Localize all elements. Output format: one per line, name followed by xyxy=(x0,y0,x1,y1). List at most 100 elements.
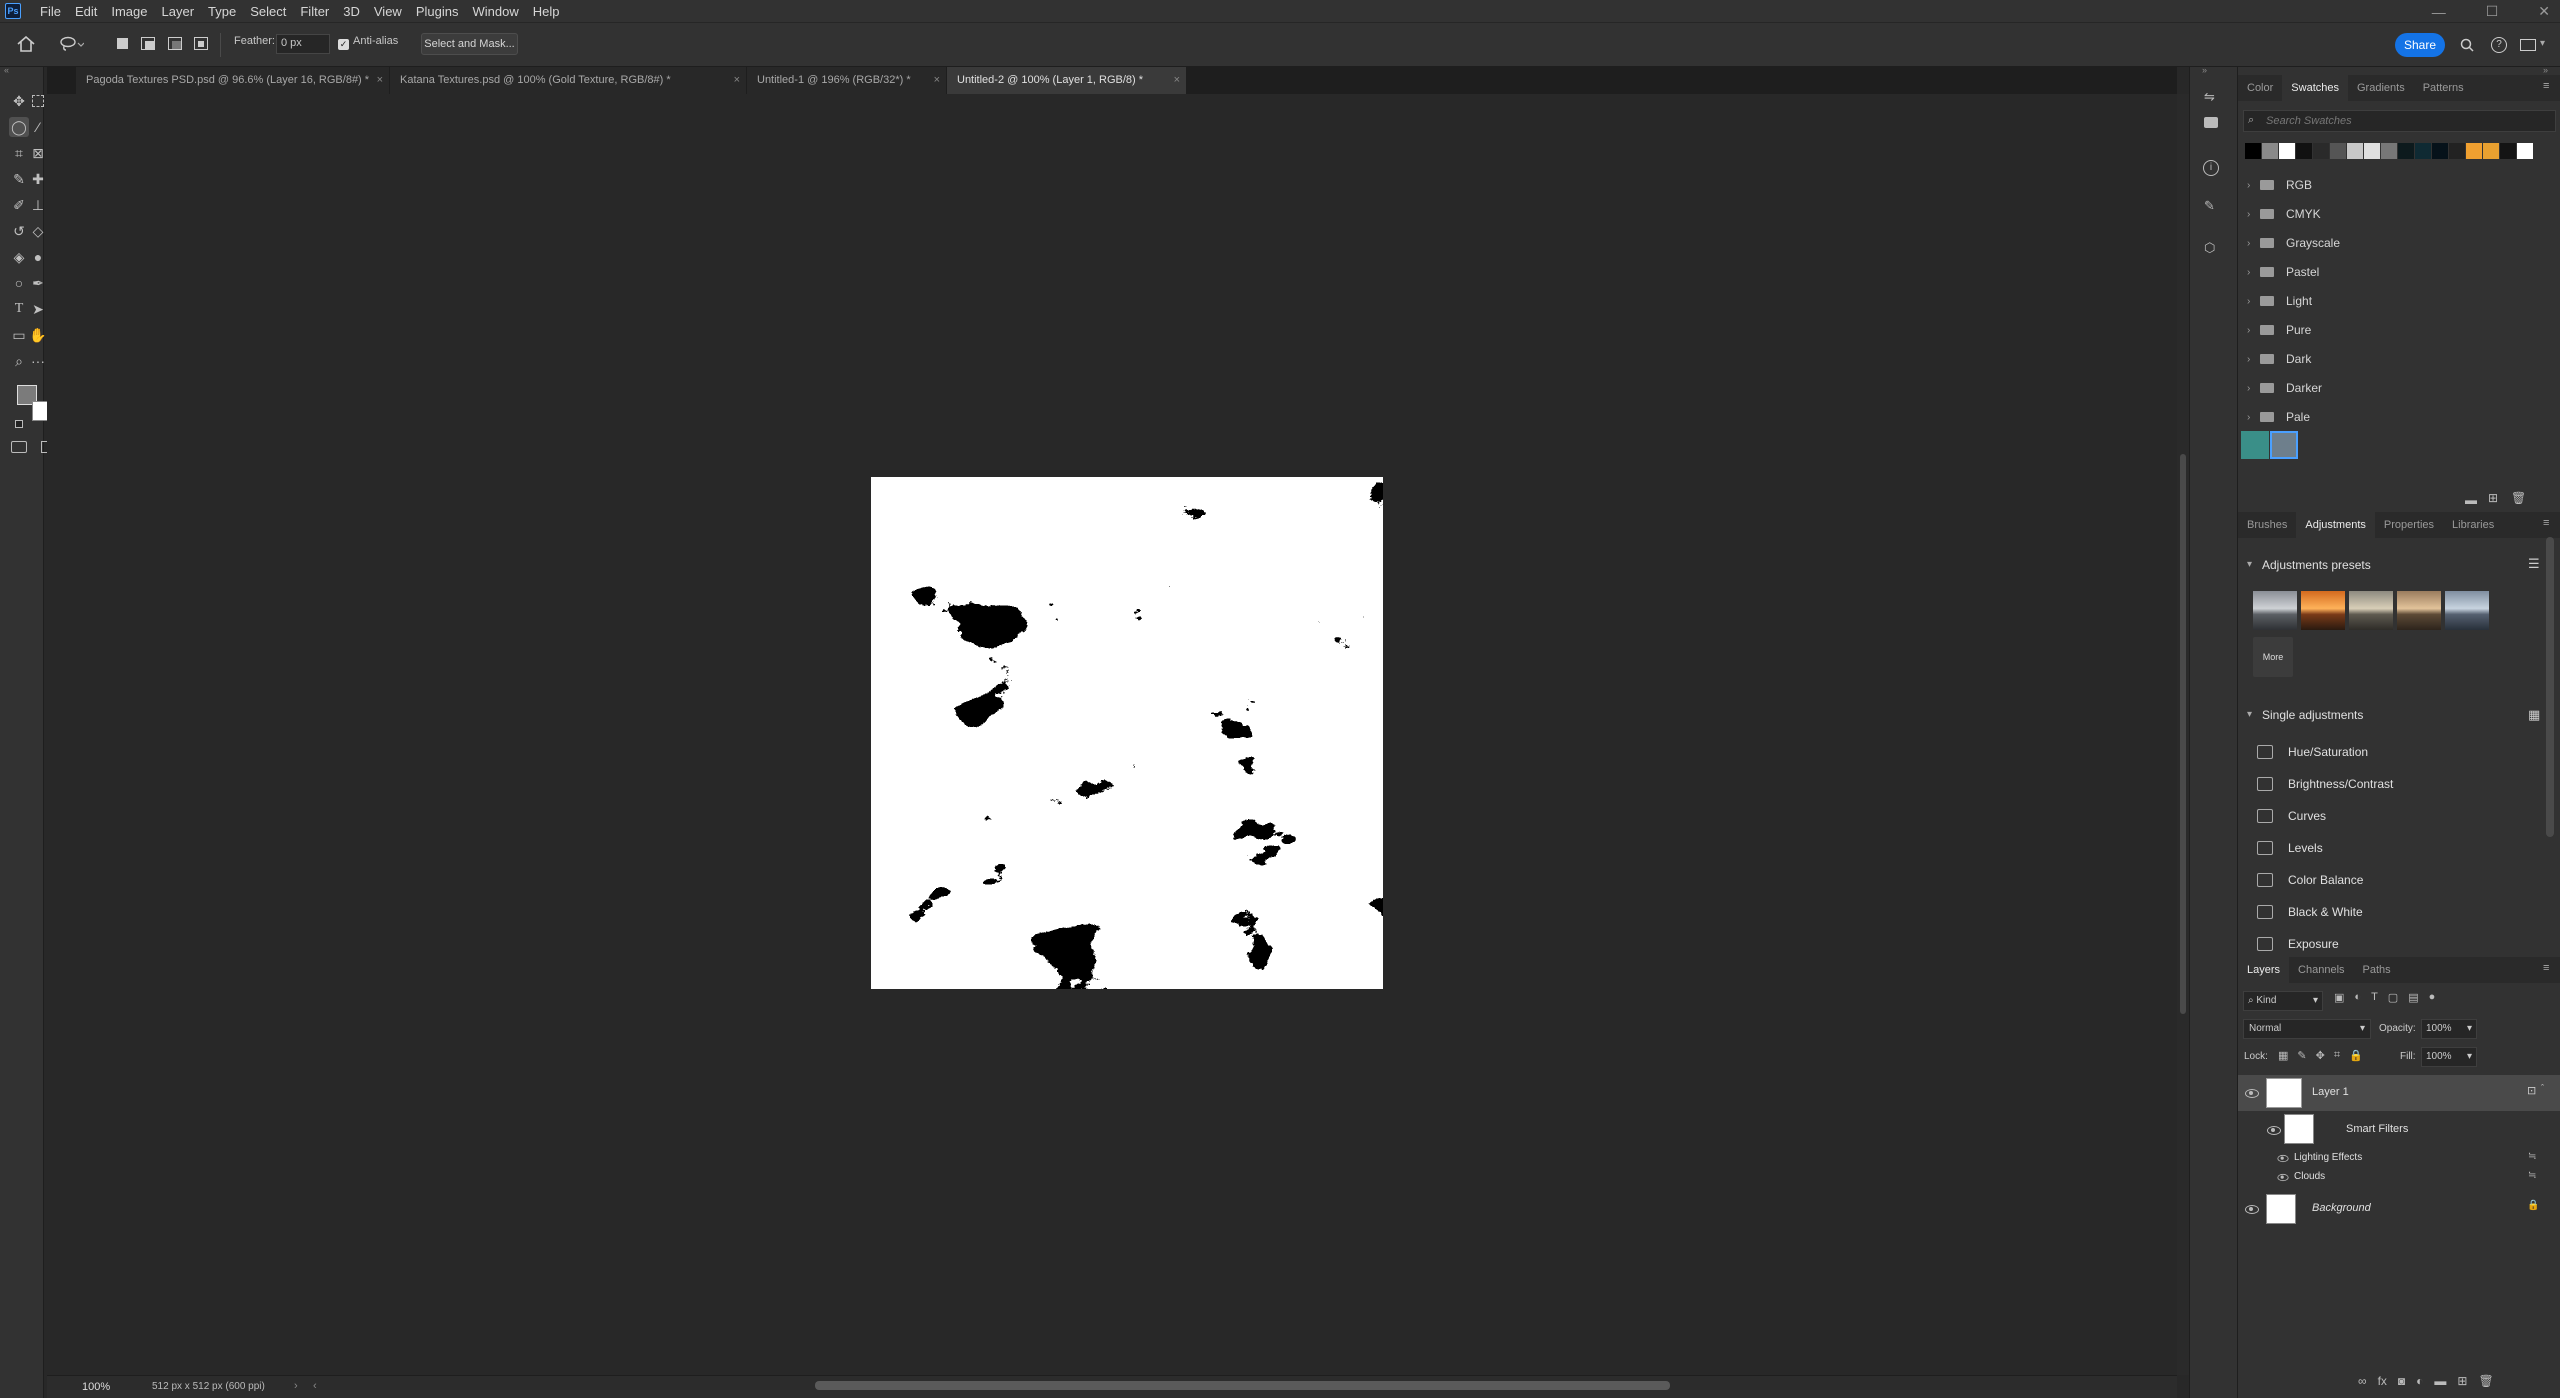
document-canvas[interactable] xyxy=(871,477,1383,989)
adjustment-curves[interactable]: Curves xyxy=(2238,800,2548,832)
brush-tool-icon[interactable]: ✐ xyxy=(9,195,29,215)
quick-mask-icon[interactable] xyxy=(11,441,27,453)
menu-view[interactable]: View xyxy=(367,4,409,19)
tab-layers[interactable]: Layers xyxy=(2238,957,2290,983)
recent-swatch[interactable] xyxy=(2364,143,2380,159)
smart-object-filter-icon[interactable]: ▤ xyxy=(2408,991,2418,1004)
adjustments-scroll-thumb[interactable] xyxy=(2546,537,2554,837)
layer-row-layer1[interactable]: Layer 1 ⊡ ˆ xyxy=(2238,1075,2560,1111)
close-icon[interactable]: × xyxy=(377,67,383,94)
add-selection-icon[interactable] xyxy=(141,37,155,50)
adjustment-color-balance[interactable]: Color Balance xyxy=(2238,864,2548,896)
swatch-folder-pure[interactable]: › Pure xyxy=(2238,316,2560,345)
tab-pagoda[interactable]: Pagoda Textures PSD.psd @ 96.6% (Layer 1… xyxy=(76,67,390,94)
comments-icon[interactable] xyxy=(2204,117,2218,128)
adjustment-black-white[interactable]: Black & White xyxy=(2238,896,2548,928)
search-icon[interactable] xyxy=(2460,38,2474,52)
fill-input[interactable]: 100% ▾ xyxy=(2421,1047,2477,1067)
menu-type[interactable]: Type xyxy=(201,4,243,19)
vertical-scrollbar[interactable] xyxy=(2177,94,2189,1375)
pixel-filter-icon[interactable]: ▣ xyxy=(2334,991,2344,1004)
blend-mode-select[interactable]: Normal ▾ xyxy=(2243,1019,2371,1039)
healing-brush-icon[interactable]: ✚ xyxy=(28,169,48,189)
rectangle-tool-icon[interactable]: ▭ xyxy=(9,325,29,345)
collapse-icon[interactable]: » xyxy=(2202,65,2207,75)
tab-untitled-2[interactable]: Untitled-2 @ 100% (Layer 1, RGB/8) * × xyxy=(947,67,1187,94)
tab-gradients[interactable]: Gradients xyxy=(2348,75,2414,101)
antialias-checkbox[interactable]: ✓ xyxy=(338,39,349,50)
zoom-tool-icon[interactable]: ⌕ xyxy=(9,351,29,371)
single-adjustments-header[interactable]: ▾ Single adjustments xyxy=(2238,703,2560,727)
scroll-left-icon[interactable]: ‹ xyxy=(313,1380,317,1392)
recent-swatch[interactable] xyxy=(2347,143,2363,159)
tab-properties[interactable]: Properties xyxy=(2375,512,2443,538)
lasso-tool-icon[interactable] xyxy=(60,36,85,52)
preset-thumbnail-5[interactable] xyxy=(2445,591,2489,630)
preset-thumbnail-2[interactable] xyxy=(2301,591,2345,630)
visibility-eye-icon[interactable] xyxy=(2277,1173,2289,1182)
type-tool-icon[interactable]: T xyxy=(9,299,29,319)
panel-menu-icon[interactable]: ≡ xyxy=(2543,962,2549,974)
close-window-button[interactable]: ✕ xyxy=(2538,3,2550,20)
maximize-button[interactable]: ☐ xyxy=(2486,3,2499,20)
layer-name[interactable]: Layer 1 xyxy=(2312,1086,2349,1098)
tab-channels[interactable]: Channels xyxy=(2289,957,2353,983)
new-swatch-icon[interactable]: ⊞ xyxy=(2488,491,2498,505)
custom-swatch-teal[interactable] xyxy=(2241,431,2269,459)
tab-patterns[interactable]: Patterns xyxy=(2414,75,2473,101)
blending-options-icon[interactable]: ≒ xyxy=(2528,1151,2536,1162)
adjustment-exposure[interactable]: Exposure xyxy=(2238,928,2548,960)
adjustment-hue-saturation[interactable]: Hue/Saturation xyxy=(2238,736,2548,768)
recent-swatch[interactable] xyxy=(2415,143,2431,159)
collapse-toolbar-icon[interactable]: « xyxy=(4,65,9,75)
blur-tool-icon[interactable]: ● xyxy=(28,247,48,267)
delete-layer-icon[interactable]: 🗑 xyxy=(2478,1374,2493,1388)
canvas-area[interactable] xyxy=(47,94,2177,1375)
clone-stamp-icon[interactable]: ⊥ xyxy=(28,195,48,215)
adjustment-filter-icon[interactable]: ◐ xyxy=(2354,991,2361,1004)
menu-help[interactable]: Help xyxy=(526,4,567,19)
add-mask-icon[interactable]: ◙ xyxy=(2398,1374,2405,1388)
preset-thumbnail-3[interactable] xyxy=(2349,591,2393,630)
new-selection-icon[interactable] xyxy=(117,38,128,49)
document-info[interactable]: 512 px x 512 px (600 ppi) xyxy=(152,1381,265,1392)
lasso-tool-icon[interactable]: ◯ xyxy=(9,117,29,137)
recent-swatch[interactable] xyxy=(2313,143,2329,159)
recent-swatch[interactable] xyxy=(2279,143,2295,159)
collapse-effects-icon[interactable]: ˆ xyxy=(2541,1083,2544,1093)
new-layer-icon[interactable]: ⊞ xyxy=(2457,1374,2467,1388)
eyedropper-icon[interactable]: ✎ xyxy=(9,169,29,189)
adjustment-brightness-contrast[interactable]: Brightness/Contrast xyxy=(2238,768,2548,800)
grid-view-icon[interactable]: ▦ xyxy=(2528,707,2540,723)
default-colors-icon[interactable] xyxy=(15,420,23,428)
preset-thumbnail-4[interactable] xyxy=(2397,591,2441,630)
menu-layer[interactable]: Layer xyxy=(155,4,202,19)
link-layers-icon[interactable]: ∞ xyxy=(2358,1374,2367,1388)
horizontal-scroll-thumb[interactable] xyxy=(815,1381,1670,1390)
path-selection-icon[interactable]: ➤ xyxy=(28,299,48,319)
vertical-scroll-thumb[interactable] xyxy=(2180,454,2186,1014)
tab-adjustments[interactable]: Adjustments xyxy=(2296,512,2375,538)
visibility-eye-icon[interactable] xyxy=(2277,1154,2289,1163)
layer-kind-filter[interactable]: ⌕ Kind ▾ xyxy=(2243,991,2323,1011)
tab-untitled-1[interactable]: Untitled-1 @ 196% (RGB/32*) * × xyxy=(747,67,947,94)
list-view-icon[interactable]: ☰ xyxy=(2528,556,2540,572)
close-icon[interactable]: × xyxy=(934,67,940,94)
recent-swatch[interactable] xyxy=(2262,143,2278,159)
chevron-right-icon[interactable]: › xyxy=(294,1380,298,1392)
adjustment-levels[interactable]: Levels xyxy=(2238,832,2548,864)
help-icon[interactable]: ? xyxy=(2491,37,2507,53)
recent-swatch[interactable] xyxy=(2500,143,2516,159)
visibility-eye-icon[interactable] xyxy=(2245,1205,2259,1214)
hand-tool-icon[interactable]: ✋ xyxy=(28,325,48,345)
tab-swatches[interactable]: Swatches xyxy=(2282,75,2348,101)
frame-tool-icon[interactable]: ⊠ xyxy=(28,143,48,163)
opacity-input[interactable]: 100% ▾ xyxy=(2421,1019,2477,1039)
lock-position-icon[interactable]: ✥ xyxy=(2316,1049,2325,1062)
more-tools-icon[interactable]: ··· xyxy=(28,351,48,371)
menu-3d[interactable]: 3D xyxy=(336,4,367,19)
lock-pixels-icon[interactable]: ✎ xyxy=(2297,1049,2306,1062)
feather-input[interactable]: 0 px xyxy=(276,34,330,54)
menu-window[interactable]: Window xyxy=(465,4,525,19)
menu-select[interactable]: Select xyxy=(243,4,293,19)
